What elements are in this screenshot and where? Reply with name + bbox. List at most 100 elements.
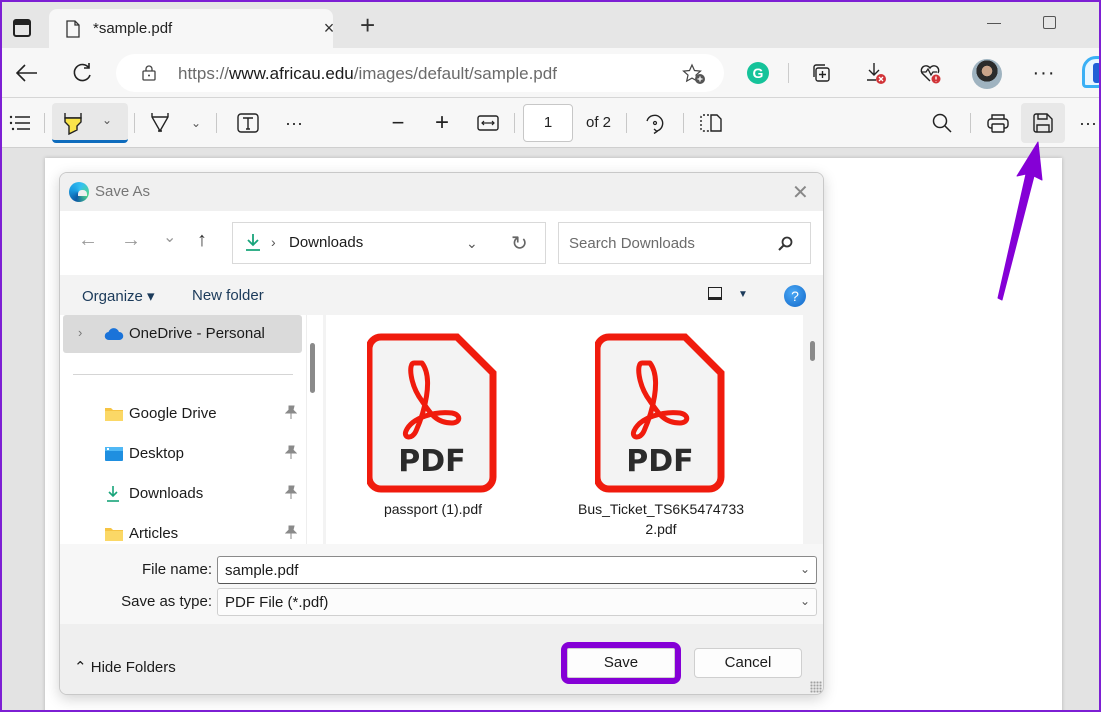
nav-divider bbox=[73, 374, 293, 375]
save-as-type-label: Save as type: bbox=[121, 593, 212, 610]
desktop-icon bbox=[105, 447, 123, 461]
close-tab-icon[interactable]: × bbox=[319, 18, 339, 39]
highlight-tool[interactable]: ⌄ bbox=[52, 103, 128, 143]
address-bar[interactable]: https://www.africau.edu/images/default/s… bbox=[116, 54, 724, 92]
up-folder-button[interactable]: ↑ bbox=[197, 229, 207, 252]
tab-actions-icon[interactable] bbox=[13, 19, 31, 37]
zoom-in-button[interactable]: + bbox=[428, 107, 456, 139]
chevron-down-icon[interactable]: ⌄ bbox=[800, 594, 810, 608]
chevron-down-icon[interactable]: ⌄ bbox=[466, 235, 478, 252]
view-dropdown-icon[interactable]: ▼ bbox=[738, 289, 748, 300]
toolbar-divider bbox=[683, 113, 684, 133]
page-view-icon bbox=[700, 114, 722, 132]
table-of-contents-icon bbox=[9, 115, 30, 131]
dialog-navigation: ← → ⌄ ↑ › Downloads ⌄ ↻ Search Downloads bbox=[60, 211, 823, 275]
address-breadcrumb[interactable]: › Downloads ⌄ ↻ bbox=[232, 222, 546, 264]
file-list-scroll-thumb[interactable] bbox=[810, 341, 815, 361]
forward-button[interactable]: → bbox=[121, 229, 141, 252]
hide-folders-button[interactable]: ⌃ Hide Folders bbox=[74, 658, 176, 676]
profile-button[interactable] bbox=[971, 58, 1003, 90]
recent-locations-button[interactable]: ⌄ bbox=[163, 227, 176, 247]
print-icon bbox=[987, 114, 1009, 133]
new-folder-button[interactable]: New folder bbox=[192, 287, 264, 304]
lock-icon[interactable] bbox=[142, 65, 156, 81]
chevron-down-icon[interactable]: ⌄ bbox=[800, 562, 810, 576]
fit-to-width-icon bbox=[477, 115, 499, 131]
save-icon bbox=[1033, 113, 1053, 133]
file-icon bbox=[66, 20, 80, 38]
browser-essentials-button[interactable] bbox=[916, 59, 944, 87]
collections-button[interactable] bbox=[807, 59, 835, 87]
view-mode-icon[interactable] bbox=[708, 287, 722, 300]
pdf-toolbar-save-button[interactable] bbox=[1021, 103, 1065, 143]
copilot-icon[interactable] bbox=[1082, 56, 1101, 88]
expand-chevron-icon[interactable]: › bbox=[78, 325, 82, 340]
rotate-icon bbox=[646, 114, 664, 134]
maximize-button[interactable] bbox=[1043, 16, 1056, 29]
toolbar-divider bbox=[44, 113, 45, 133]
nav-pane-scroll-thumb[interactable] bbox=[310, 343, 315, 393]
dialog-save-button[interactable]: Save bbox=[561, 642, 681, 684]
more-icon: ··· bbox=[1032, 61, 1056, 84]
url-text[interactable]: https://www.africau.edu/images/default/s… bbox=[178, 64, 557, 84]
grammarly-extension[interactable]: G bbox=[744, 59, 772, 87]
browser-tab[interactable]: *sample.pdf × bbox=[49, 9, 334, 49]
highlight-dropdown-icon[interactable]: ⌄ bbox=[102, 113, 112, 127]
dialog-footer: ⌃ Hide Folders Save Cancel bbox=[60, 624, 823, 694]
back-button[interactable] bbox=[12, 58, 42, 88]
overflow-menu-button[interactable]: ··· bbox=[1074, 107, 1101, 139]
fit-to-width-button[interactable] bbox=[474, 107, 502, 139]
zoom-out-button[interactable]: − bbox=[384, 107, 412, 139]
pdf-badge-text: PDF bbox=[398, 444, 465, 479]
pin-icon bbox=[285, 525, 297, 539]
toolbar-divider bbox=[626, 113, 627, 133]
breadcrumb-location[interactable]: Downloads bbox=[289, 234, 363, 251]
search-input[interactable]: Search Downloads bbox=[558, 222, 811, 264]
folder-icon bbox=[105, 408, 123, 421]
folder-icon bbox=[105, 528, 123, 541]
highlight-icon bbox=[64, 113, 82, 135]
favorite-add-icon[interactable] bbox=[682, 63, 706, 85]
draw-dropdown-icon[interactable]: ⌄ bbox=[188, 107, 204, 139]
search-icon bbox=[778, 236, 793, 251]
draw-tool[interactable] bbox=[146, 107, 174, 139]
print-button[interactable] bbox=[984, 107, 1012, 139]
download-icon bbox=[107, 486, 119, 502]
refresh-button[interactable] bbox=[67, 58, 97, 88]
refresh-icon[interactable]: ↻ bbox=[511, 231, 528, 256]
url-scheme: https:// bbox=[178, 64, 230, 83]
settings-more-button[interactable]: ··· bbox=[1030, 59, 1058, 87]
new-tab-button[interactable]: + bbox=[360, 12, 375, 38]
page-view-button[interactable] bbox=[697, 107, 725, 139]
file-item[interactable]: PDF Bus_Ticket_TS6K5474733 2.pdf bbox=[548, 315, 774, 544]
file-name-input[interactable]: sample.pdf ⌄ bbox=[217, 556, 817, 584]
file-item[interactable]: PDF passport (1).pdf bbox=[320, 315, 546, 544]
resize-grip[interactable] bbox=[810, 681, 822, 693]
pdf-toolbar: ⌄ ⌄ ··· − + 1 of 2 ··· bbox=[0, 98, 1101, 148]
nav-item-desktop[interactable]: Desktop bbox=[63, 435, 302, 473]
nav-item-onedrive[interactable]: › OneDrive - Personal bbox=[63, 315, 302, 353]
help-icon[interactable]: ? bbox=[784, 285, 806, 307]
dialog-title-bar[interactable]: Save As ✕ bbox=[60, 173, 823, 211]
minimize-button[interactable] bbox=[987, 23, 1001, 24]
find-button[interactable] bbox=[928, 107, 956, 139]
more-tools-button[interactable]: ··· bbox=[280, 107, 308, 139]
annotation-arrow bbox=[997, 141, 1043, 301]
search-icon bbox=[932, 113, 952, 133]
add-text-button[interactable] bbox=[234, 107, 262, 139]
save-as-dialog: Save As ✕ ← → ⌄ ↑ › Downloads ⌄ ↻ Search… bbox=[59, 172, 824, 695]
organize-menu[interactable]: Organize ▾ bbox=[82, 287, 155, 305]
draw-icon bbox=[151, 113, 169, 133]
page-number-input[interactable]: 1 bbox=[523, 104, 573, 142]
save-as-type-value: PDF File (*.pdf) bbox=[225, 594, 329, 611]
dialog-close-button[interactable]: ✕ bbox=[792, 180, 809, 205]
contents-button[interactable] bbox=[6, 107, 34, 139]
nav-item-downloads[interactable]: Downloads bbox=[63, 475, 302, 513]
rotate-button[interactable] bbox=[641, 107, 669, 139]
back-button[interactable]: ← bbox=[78, 229, 98, 252]
downloads-button[interactable] bbox=[862, 59, 890, 87]
add-text-icon bbox=[237, 113, 259, 133]
dialog-cancel-button[interactable]: Cancel bbox=[694, 648, 802, 678]
nav-item-google-drive[interactable]: Google Drive bbox=[63, 395, 302, 433]
save-as-type-select[interactable]: PDF File (*.pdf) ⌄ bbox=[217, 588, 817, 616]
